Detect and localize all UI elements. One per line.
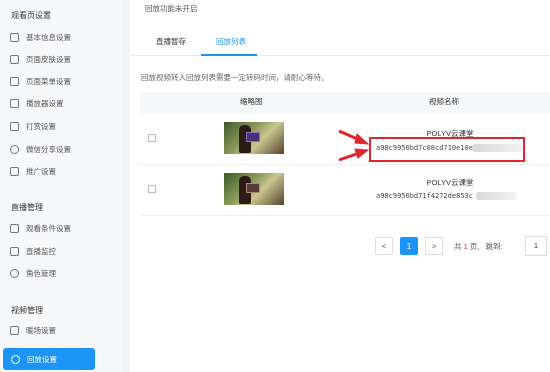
sidebar-item-skin[interactable]: 页面皮肤设置 xyxy=(10,52,71,66)
pagination-next-button[interactable]: > xyxy=(425,237,443,255)
jump-page-input[interactable]: 1 xyxy=(525,236,547,256)
table-row[interactable]: POLYV云课堂 a98c9950bd71f4272de853c xyxy=(140,166,550,216)
user-icon xyxy=(10,268,19,278)
tab-bar: 直播暂存 回放列表 xyxy=(130,26,550,56)
total-prefix: 共 xyxy=(454,242,462,251)
chart-icon xyxy=(10,246,19,256)
active-tab-indicator xyxy=(201,54,257,56)
replay-icon xyxy=(11,354,20,364)
video-thumbnail xyxy=(224,122,284,154)
sidebar-item-label: 角色管理 xyxy=(26,268,56,278)
sidebar: 观看页设置 基本信息设置 页面皮肤设置 页面菜单设置 播放器设置 打赏设置 微信… xyxy=(0,0,122,372)
sidebar-item-warmup[interactable]: 暖场设置 xyxy=(10,323,56,337)
video-name: POLYV云课堂 xyxy=(426,178,474,187)
pagination-total: 共 1 页, 跳到: xyxy=(454,241,503,252)
sidebar-item-live-monitor[interactable]: 直播监控 xyxy=(10,244,56,258)
skin-icon xyxy=(10,54,19,64)
replay-status-note: 回放功能未开启 xyxy=(145,4,198,13)
menu-icon xyxy=(10,76,19,86)
row-checkbox[interactable] xyxy=(148,134,156,142)
transcode-hint: 回放视频转入回放列表需要一定转码时间，请耐心等待。 xyxy=(141,73,329,82)
section-title-video-management: 视频管理 xyxy=(11,306,43,315)
sidebar-item-label: 播放器设置 xyxy=(26,98,64,108)
edit-icon xyxy=(10,325,19,335)
redacted-text xyxy=(476,192,516,200)
pagination-page-1[interactable]: 1 xyxy=(400,237,418,255)
sidebar-item-label: 回放设置 xyxy=(27,354,57,364)
sidebar-item-label: 页面菜单设置 xyxy=(26,76,71,86)
sidebar-item-watch-conditions[interactable]: 观看条件设置 xyxy=(10,221,71,235)
column-header-video-name: 视频名称 xyxy=(429,97,459,106)
highlight-box xyxy=(369,137,525,162)
key-icon xyxy=(10,223,19,233)
table-header: 缩略图 视频名称 xyxy=(140,92,550,114)
tab-replay-list[interactable]: 回放列表 xyxy=(216,36,246,47)
player-icon xyxy=(10,98,19,108)
column-header-thumbnail: 缩略图 xyxy=(240,97,263,106)
video-thumbnail xyxy=(224,173,284,205)
wechat-icon xyxy=(10,144,19,154)
document-icon xyxy=(10,32,19,42)
section-title-watch-page: 观看页设置 xyxy=(11,11,51,20)
sidebar-item-label: 基本信息设置 xyxy=(26,32,71,42)
sidebar-item-label: 直播监控 xyxy=(26,246,56,256)
sidebar-item-promotion[interactable]: 推广设置 xyxy=(10,164,56,178)
total-suffix: 页, xyxy=(469,242,480,251)
sidebar-item-label: 打赏设置 xyxy=(26,121,56,131)
row-checkbox[interactable] xyxy=(148,185,156,193)
reward-icon xyxy=(10,121,19,131)
sidebar-item-basic-info[interactable]: 基本信息设置 xyxy=(10,30,71,44)
sidebar-item-label: 页面皮肤设置 xyxy=(26,54,71,64)
section-title-live-management: 直播管理 xyxy=(11,203,43,212)
megaphone-icon xyxy=(10,166,19,176)
jump-label: 跳到: xyxy=(485,242,503,251)
sidebar-item-reward[interactable]: 打赏设置 xyxy=(10,119,56,133)
tab-live-cache[interactable]: 直播暂存 xyxy=(156,36,186,47)
sidebar-item-label: 微信分享设置 xyxy=(26,144,71,154)
sidebar-item-label: 观看条件设置 xyxy=(26,223,71,233)
total-pages: 1 xyxy=(463,242,468,251)
sidebar-item-label: 暖场设置 xyxy=(26,325,56,335)
sidebar-item-wechat-share[interactable]: 微信分享设置 xyxy=(10,142,71,156)
video-id: a98c9950bd71f4272de853c xyxy=(376,192,473,200)
sidebar-item-menu[interactable]: 页面菜单设置 xyxy=(10,74,71,88)
pagination-prev-button[interactable]: < xyxy=(375,237,393,255)
sidebar-item-player[interactable]: 播放器设置 xyxy=(10,96,64,110)
sidebar-item-role-management[interactable]: 角色管理 xyxy=(10,266,56,280)
main-panel: 回放功能未开启 直播暂存 回放列表 回放视频转入回放列表需要一定转码时间，请耐心… xyxy=(130,0,550,372)
sidebar-item-replay-settings[interactable]: 回放设置 xyxy=(3,348,95,370)
sidebar-item-label: 推广设置 xyxy=(26,166,56,176)
